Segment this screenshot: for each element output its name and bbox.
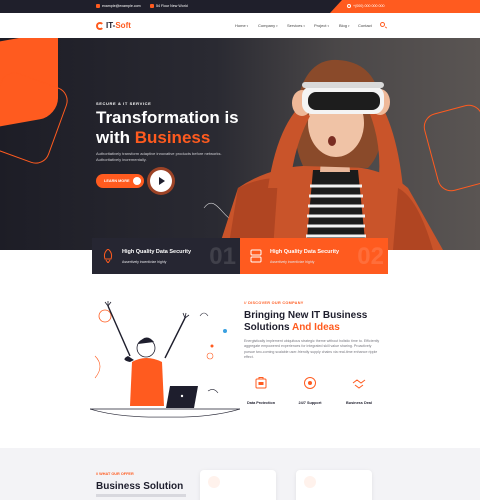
site-header: IT- Soft Home ▾ Company ▾ Services ▾ Project… xyxy=(0,13,480,38)
chevron-down-icon: ▾ xyxy=(246,23,249,28)
service-label: Business Deal xyxy=(346,401,372,405)
feature-title: High Quality Data Security xyxy=(270,249,340,255)
hero-title-line2: with Business xyxy=(96,128,210,148)
hero-title-prefix: with xyxy=(96,128,135,147)
feature-subtitle: Assertively incentivize highly xyxy=(122,260,167,264)
nav-company[interactable]: Company ▾ xyxy=(258,23,278,28)
top-phone[interactable]: +(000) 000 000 000 xyxy=(347,4,384,8)
chevron-down-icon: ▾ xyxy=(303,23,305,28)
location-icon xyxy=(150,4,154,8)
feature-subtitle: Assertively incentivize highly xyxy=(270,260,315,264)
about-description: Energistically implement ubiquitous stra… xyxy=(244,339,380,360)
hero-section: SECURE & IT SERVICE Transformation is wi… xyxy=(0,38,480,250)
chevron-down-icon: ▾ xyxy=(348,23,350,28)
hero-description: Authoritatively transform adaptive innov… xyxy=(96,151,222,162)
logo[interactable]: IT- Soft xyxy=(96,21,131,30)
service-icon xyxy=(304,476,316,488)
service-label: 24/7 Support xyxy=(298,401,322,405)
top-email[interactable]: example@example.com xyxy=(96,4,141,8)
feature-number: 01 xyxy=(209,243,236,270)
nav-contact-label: Contact xyxy=(358,23,372,28)
nav-project-label: Project xyxy=(314,23,327,28)
about-title-line2: Solutions And Ideas xyxy=(244,322,340,333)
hero-title-highlight: Business xyxy=(134,128,211,147)
hero-decor-outline xyxy=(0,68,72,168)
service-icon xyxy=(208,476,220,488)
phone-text: +(000) 000 000 000 xyxy=(353,4,385,8)
about-tagline: // DISCOVER OUR COMPANY xyxy=(244,301,304,305)
learn-more-label: LEARN MORE xyxy=(104,179,130,183)
nav-home-label: Home xyxy=(235,23,246,28)
offer-text-placeholder xyxy=(96,494,186,497)
arrow-right-icon xyxy=(133,177,141,185)
hero-tagline: SECURE & IT SERVICE xyxy=(96,101,152,106)
top-location: 54 Flour New World xyxy=(150,4,188,8)
about-title-highlight: And Ideas xyxy=(291,322,340,333)
chevron-down-icon: ▾ xyxy=(327,23,329,28)
offer-card-1[interactable] xyxy=(200,470,276,500)
nav-blog-label: Blog xyxy=(339,23,348,28)
hero-vr-person-image xyxy=(203,59,443,250)
email-text: example@example.com xyxy=(102,4,141,8)
nav-home[interactable]: Home ▾ xyxy=(235,23,248,28)
about-illustration xyxy=(90,301,240,418)
shield-lock-icon xyxy=(255,377,267,389)
search-icon[interactable] xyxy=(380,22,385,27)
feature-title: High Quality Data Security xyxy=(122,249,192,255)
offer-tagline: // WHAT OUR OFFER xyxy=(96,472,134,476)
nav-blog[interactable]: Blog ▾ xyxy=(339,23,350,28)
service-support[interactable]: 24/7 Support xyxy=(292,376,328,405)
page: example@example.com 54 Flour New World +… xyxy=(0,0,480,500)
top-bar: example@example.com 54 Flour New World +… xyxy=(0,0,480,13)
play-video-icon[interactable] xyxy=(150,170,172,192)
service-data-protection[interactable]: Data Protection xyxy=(243,376,279,405)
nav-project[interactable]: Project ▾ xyxy=(314,23,329,28)
about-title-line1: Bringing New IT Business xyxy=(244,310,368,321)
service-business-deal[interactable]: Business Deal xyxy=(341,376,377,405)
logo-text-it: IT- xyxy=(106,21,116,30)
feature-card-1[interactable]: High Quality Data Security Assertively i… xyxy=(92,238,240,274)
feature-number: 02 xyxy=(357,243,384,270)
mail-icon xyxy=(96,4,100,8)
about-title-prefix: Solutions xyxy=(244,322,292,333)
nav-company-label: Company xyxy=(258,23,276,28)
feature-card-2[interactable]: High Quality Data Security Assertively i… xyxy=(240,238,388,274)
hero-title-line1: Transformation is xyxy=(96,108,239,127)
offer-card-2[interactable] xyxy=(296,470,372,500)
service-label: Data Protection xyxy=(246,401,276,405)
nav-contact[interactable]: Contact xyxy=(358,23,372,28)
logo-text-soft: Soft xyxy=(115,21,131,30)
offer-title: Business Solution xyxy=(96,481,184,492)
logo-mark-icon xyxy=(96,21,104,30)
nav-services[interactable]: Services ▾ xyxy=(287,23,305,28)
server-icon xyxy=(250,249,262,263)
headset-icon xyxy=(304,377,316,389)
learn-more-button[interactable]: LEARN MORE xyxy=(96,174,144,188)
nav-services-label: Services xyxy=(287,23,303,28)
chevron-down-icon: ▾ xyxy=(276,23,278,28)
handshake-icon xyxy=(352,379,366,389)
location-text: 54 Flour New World xyxy=(156,4,188,8)
phone-icon xyxy=(347,4,351,8)
rocket-icon xyxy=(103,249,113,263)
